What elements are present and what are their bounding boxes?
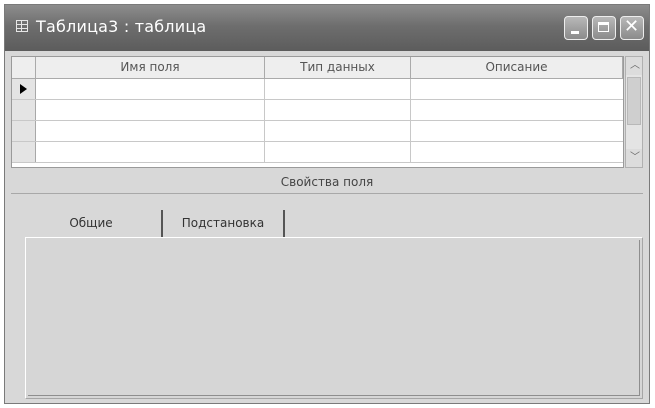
column-header-field-name[interactable]: Имя поля bbox=[36, 57, 265, 79]
maximize-button[interactable] bbox=[592, 16, 616, 40]
row-selector[interactable] bbox=[12, 100, 36, 120]
row-selector[interactable] bbox=[12, 121, 36, 141]
close-icon: ✕ bbox=[624, 16, 640, 37]
scroll-down-button[interactable]: ﹀ bbox=[626, 149, 642, 167]
data-type-cell[interactable] bbox=[265, 121, 411, 141]
table-row bbox=[12, 121, 623, 142]
maximize-icon bbox=[598, 22, 609, 32]
chevron-up-icon: ︿ bbox=[630, 60, 640, 71]
current-row-arrow-icon bbox=[20, 84, 27, 94]
description-cell[interactable] bbox=[411, 121, 623, 141]
field-name-cell[interactable] bbox=[36, 142, 265, 162]
vertical-scrollbar[interactable]: ︿ ﹀ bbox=[625, 56, 643, 168]
minimize-button[interactable] bbox=[564, 16, 588, 40]
close-button[interactable]: ✕ bbox=[620, 16, 644, 40]
field-grid: Имя поля Тип данных Описание bbox=[11, 56, 624, 168]
data-type-cell[interactable] bbox=[265, 100, 411, 120]
title-bar[interactable]: Таблица3 : таблица ✕ bbox=[5, 5, 649, 51]
table-row bbox=[12, 142, 623, 163]
table-row bbox=[12, 100, 623, 121]
table-icon[interactable] bbox=[16, 20, 28, 32]
panel-border bbox=[28, 240, 640, 396]
description-cell[interactable] bbox=[411, 142, 623, 162]
field-name-cell[interactable] bbox=[36, 121, 265, 141]
data-type-cell[interactable] bbox=[265, 79, 411, 99]
field-properties-label: Свойства поля bbox=[280, 175, 374, 189]
data-type-cell[interactable] bbox=[265, 142, 411, 162]
description-cell[interactable] bbox=[411, 79, 623, 99]
divider bbox=[11, 193, 643, 194]
minimize-icon bbox=[571, 31, 579, 34]
scroll-up-button[interactable]: ︿ bbox=[626, 57, 642, 75]
tab-lookup[interactable]: Подстановка bbox=[161, 210, 285, 237]
column-header-data-type[interactable]: Тип данных bbox=[265, 57, 411, 79]
chevron-down-icon: ﹀ bbox=[630, 152, 640, 163]
scroll-thumb[interactable] bbox=[627, 77, 641, 125]
field-name-cell[interactable] bbox=[36, 100, 265, 120]
column-header-description[interactable]: Описание bbox=[411, 57, 623, 79]
row-selector[interactable] bbox=[12, 79, 36, 99]
row-selector-header[interactable] bbox=[12, 57, 36, 79]
field-name-cell[interactable] bbox=[36, 79, 265, 99]
table-design-window: Таблица3 : таблица ✕ Имя поля Тип данных… bbox=[4, 4, 650, 404]
row-selector[interactable] bbox=[12, 142, 36, 162]
window-title: Таблица3 : таблица bbox=[36, 17, 207, 36]
table-row bbox=[12, 79, 623, 100]
tab-general[interactable]: Общие bbox=[27, 210, 155, 237]
description-cell[interactable] bbox=[411, 100, 623, 120]
properties-panel bbox=[25, 237, 643, 399]
